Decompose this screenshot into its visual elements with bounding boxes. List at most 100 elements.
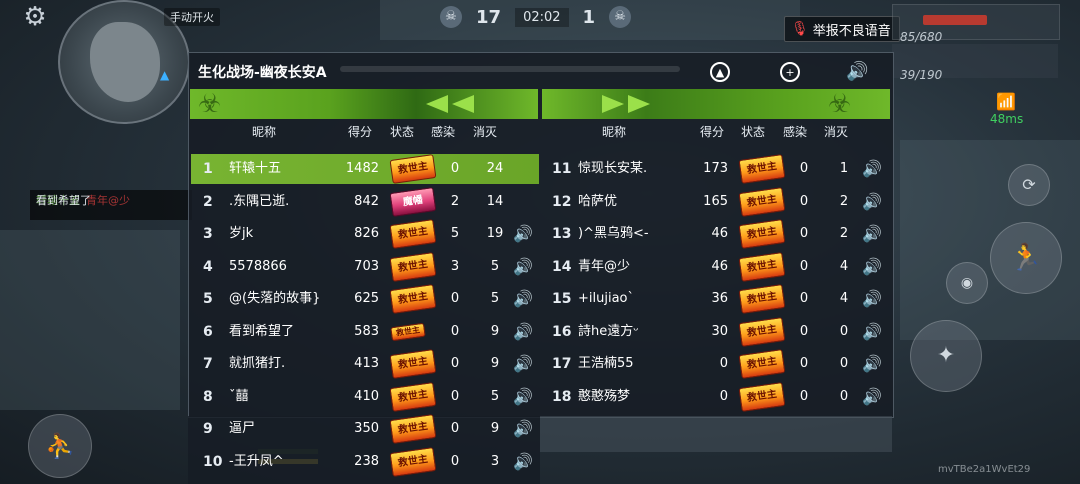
zombie-skull-icon: ☠	[609, 6, 632, 28]
voice-speaker-icon[interactable]: 🔊	[846, 61, 868, 82]
player-score: 583	[354, 324, 379, 339]
player-name: 岁jk	[229, 226, 254, 241]
match-score-bar: ☠ 17 02:02 1 ☠	[440, 2, 632, 32]
scoreboard-row[interactable]: 6 看到希望了 583 救世主 0 9 🔊	[191, 317, 539, 347]
map-info-icon[interactable]: ▲	[710, 62, 730, 82]
report-voice-label: 举报不良语音	[812, 23, 891, 39]
settings-gear-icon[interactable]: ⚙	[20, 2, 50, 32]
player-name: 逼尸	[229, 421, 256, 436]
player-kills: 14	[486, 194, 504, 209]
scoreboard-row[interactable]: 9 逼尸 350 救世主 0 9 🔊	[191, 414, 539, 444]
scoreboard-row[interactable]: 5 @(失落的故事} 625 救世主 0 5 🔊	[191, 284, 539, 314]
rifle-icon	[923, 15, 987, 25]
microphone-icon: 🎙	[791, 21, 809, 37]
crouch-soldier-button[interactable]: ⛹	[28, 414, 92, 478]
player-name: )^黑乌鸦<-	[578, 226, 649, 241]
scoreboard-row[interactable]: 12 哈萨优 165 救世主 0 2 🔊	[540, 187, 888, 217]
match-timer: 02:02	[515, 7, 569, 27]
scoreboard-row[interactable]: 16 詩he遠方ᵕ 30 救世主 0 0 🔊	[540, 317, 888, 347]
voice-speaker-icon[interactable]: 🔊	[862, 193, 882, 211]
scoreboard-row[interactable]: 18 憨憨殇梦 0 救世主 0 0 🔊	[540, 382, 888, 412]
voice-speaker-icon[interactable]: 🔊	[513, 290, 533, 308]
scoreboard-row[interactable]: 14 青年@少 46 救世主 0 4 🔊	[540, 252, 888, 282]
voice-speaker-icon[interactable]: 🔊	[862, 290, 882, 308]
voice-speaker-icon[interactable]: 🔊	[513, 323, 533, 341]
scoreboard-row[interactable]: 15 +ilujiao` 36 救世主 0 4 🔊	[540, 284, 888, 314]
voice-speaker-icon[interactable]: 🔊	[513, 420, 533, 438]
player-rank: 7	[203, 356, 213, 372]
player-kills: 24	[486, 161, 504, 176]
player-infections: 0	[450, 356, 460, 371]
player-score: 350	[354, 421, 379, 436]
col-header-kills: 消灭	[473, 125, 498, 139]
player-kills: 2	[839, 194, 849, 209]
player-name: 哈萨优	[578, 194, 618, 209]
scoreboard-row[interactable]: 3 岁jk 826 救世主 5 19 🔊	[191, 219, 539, 249]
scoreboard-row[interactable]: 4 5578866 703 救世主 3 5 🔊	[191, 252, 539, 282]
player-infections: 0	[450, 324, 460, 339]
fire-mode-toggle[interactable]: 手动开火	[164, 8, 220, 26]
player-name: 王浩楠55	[578, 356, 634, 371]
scoreboard-row[interactable]: 10 -王升凤^ 238 救世主 0 3 🔊	[191, 447, 539, 477]
scoreboard-row[interactable]: 11 惊现长安某. 173 救世主 0 1 🔊	[540, 154, 888, 184]
voice-speaker-icon[interactable]: 🔊	[862, 388, 882, 406]
voice-speaker-icon[interactable]: 🔊	[513, 355, 533, 373]
scoreboard-row[interactable]: 7 就抓猪打. 413 救世主 0 9 🔊	[191, 349, 539, 379]
scoreboard-row[interactable]: 2 .东隅已逝. 842 魔幡 2 14	[191, 187, 539, 217]
scoreboard-title: 生化战场-幽夜长安A	[198, 65, 327, 81]
player-score: 238	[354, 454, 379, 469]
player-kills: 0	[839, 324, 849, 339]
voice-speaker-icon[interactable]: 🔊	[513, 388, 533, 406]
player-name: 5578866	[229, 259, 287, 274]
player-score: 30	[711, 324, 728, 339]
jump-button[interactable]: 🏃	[990, 222, 1062, 294]
score-right: 1	[582, 6, 596, 28]
player-score: 0	[719, 356, 728, 371]
voice-speaker-icon[interactable]: 🔊	[862, 160, 882, 178]
report-voice-button[interactable]: 🎙 举报不良语音	[784, 16, 900, 42]
player-score: 826	[354, 226, 379, 241]
player-score: 0	[719, 389, 728, 404]
player-name: +ilujiao`	[578, 291, 634, 306]
player-name: 詩he遠方ᵕ	[578, 324, 639, 339]
voice-speaker-icon[interactable]: 🔊	[862, 323, 882, 341]
add-friend-icon[interactable]: +	[780, 62, 800, 82]
scoreboard-row[interactable]: 13)^黑乌鸦<- 46 救世主 0 2 🔊	[540, 219, 888, 249]
scoreboard-row[interactable]: 1 轩辕十五 1482 救世主 0 24	[191, 154, 539, 184]
player-rank: 3	[203, 226, 213, 242]
human-team-banner: ☣	[190, 89, 538, 119]
player-kills: 9	[490, 421, 500, 436]
scoreboard-panel-extension-right	[540, 416, 892, 452]
voice-speaker-icon[interactable]: 🔊	[513, 258, 533, 276]
scoreboard-row[interactable]: 8 ˇ囍 410 救世主 0 5 🔊	[191, 382, 539, 412]
player-score: 413	[354, 356, 379, 371]
player-kills: 3	[490, 454, 500, 469]
scoreboard-row[interactable]: 17 王浩楠55 0 救世主 0 0 🔊	[540, 349, 888, 379]
player-name: ˇ囍	[229, 389, 249, 404]
player-marker-icon: ▲	[160, 68, 170, 82]
col-header-kills-right: 消灭	[824, 125, 849, 139]
voice-speaker-icon[interactable]: 🔊	[513, 225, 533, 243]
col-header-status: 状态	[390, 125, 415, 139]
player-infections: 0	[799, 291, 809, 306]
reload-button[interactable]: ⟳	[1008, 164, 1050, 206]
player-score: 36	[711, 291, 728, 306]
voice-speaker-icon[interactable]: 🔊	[513, 453, 533, 471]
player-rank: 10	[203, 454, 223, 470]
player-name: 看到希望了	[229, 324, 295, 339]
player-kills: 0	[839, 356, 849, 371]
player-infections: 0	[799, 356, 809, 371]
title-divider	[340, 66, 680, 72]
col-header-name: 昵称	[252, 125, 277, 139]
fire-button[interactable]: ✦	[910, 320, 982, 392]
player-kills: 4	[839, 291, 849, 306]
secondary-ammo: 39/190	[900, 68, 943, 82]
grenade-button[interactable]: ◉	[946, 262, 988, 304]
voice-speaker-icon[interactable]: 🔊	[862, 225, 882, 243]
player-infections: 0	[799, 194, 809, 209]
player-name: 青年@少	[578, 259, 631, 274]
player-infections: 0	[799, 324, 809, 339]
voice-speaker-icon[interactable]: 🔊	[862, 258, 882, 276]
player-infections: 5	[450, 226, 460, 241]
voice-speaker-icon[interactable]: 🔊	[862, 355, 882, 373]
